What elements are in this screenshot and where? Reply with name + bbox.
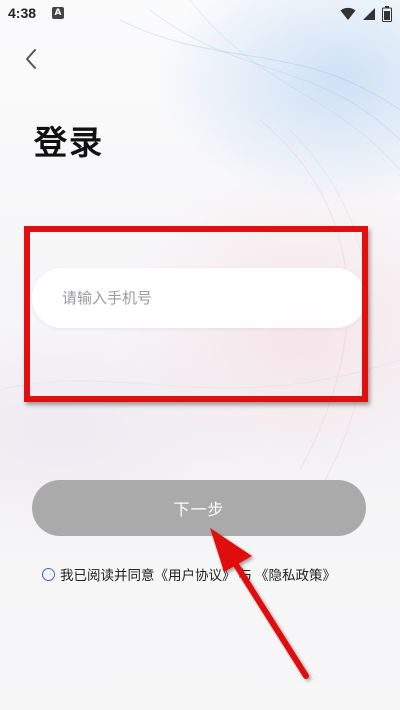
background-waves xyxy=(0,0,400,491)
phone-input[interactable] xyxy=(32,268,366,328)
agreement-conjunction: 与 xyxy=(238,568,253,584)
status-time: 4:38 xyxy=(8,5,37,21)
battery-icon xyxy=(382,6,392,22)
login-screen: 4:38 A 登录 下一步 我已阅读并 xyxy=(0,0,400,710)
phone-input-container xyxy=(32,268,366,328)
agreement-prefix: 我已阅读并同意 xyxy=(60,568,155,584)
next-button[interactable]: 下一步 xyxy=(32,480,366,536)
wifi-icon xyxy=(340,7,356,20)
agreement-row: 我已阅读并同意 《用户协议》 与 《隐私政策》 xyxy=(42,564,336,584)
back-button[interactable] xyxy=(14,42,48,76)
agree-checkbox[interactable] xyxy=(42,567,55,581)
user-agreement-link[interactable]: 《用户协议》 xyxy=(155,564,236,584)
status-icons xyxy=(340,5,392,23)
privacy-policy-link[interactable]: 《隐私政策》 xyxy=(255,564,336,584)
status-bar: 4:38 A xyxy=(0,0,400,28)
page-title: 登录 xyxy=(34,123,104,162)
signal-icon xyxy=(363,8,375,20)
notification-icon: A xyxy=(52,7,64,19)
chevron-left-icon xyxy=(26,49,36,69)
